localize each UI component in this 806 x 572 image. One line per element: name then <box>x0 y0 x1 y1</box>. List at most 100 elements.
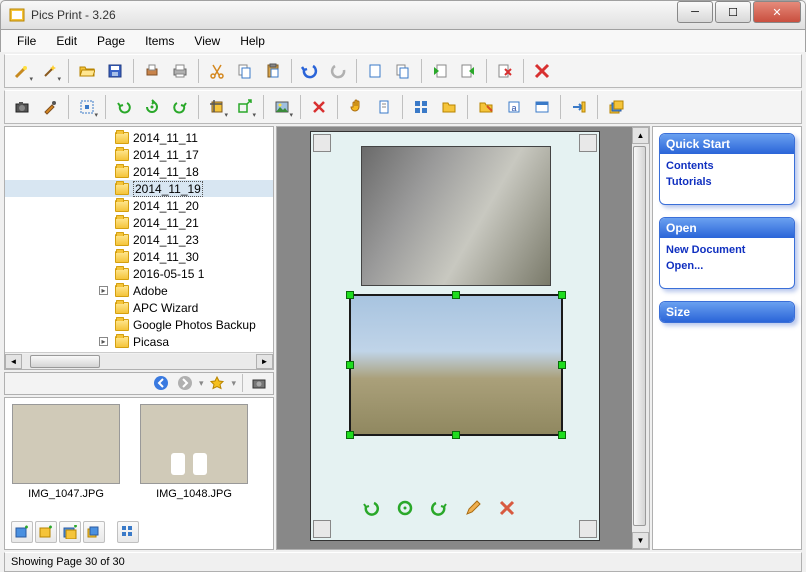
tree-item[interactable]: 2014_11_21 <box>5 214 273 231</box>
tree-item[interactable]: ▸Adobe <box>5 282 273 299</box>
favorite-button[interactable] <box>207 373 227 393</box>
add-all-button[interactable] <box>11 521 33 543</box>
close-button[interactable]: ✕ <box>753 1 801 23</box>
link-open[interactable]: Open... <box>666 258 788 274</box>
prev-page-button[interactable] <box>427 58 453 84</box>
inline-rotate-right-icon[interactable] <box>429 498 449 518</box>
new-page-button[interactable] <box>362 58 388 84</box>
menu-items[interactable]: Items <box>137 32 182 50</box>
rotate-right-button[interactable] <box>167 94 193 120</box>
menu-file[interactable]: File <box>9 32 44 50</box>
expand-icon[interactable]: ▸ <box>99 337 108 346</box>
page-canvas-area: ▲ ▼ <box>276 126 650 550</box>
placed-image-1[interactable] <box>361 146 551 286</box>
page-view-button[interactable] <box>371 94 397 120</box>
tree-hscrollbar[interactable]: ◄ ► <box>5 352 273 369</box>
redo-button[interactable] <box>325 58 351 84</box>
tree-item[interactable]: 2014_11_20 <box>5 197 273 214</box>
scroll-down-icon[interactable]: ▼ <box>632 532 649 549</box>
cut-button[interactable] <box>204 58 230 84</box>
wizard-button[interactable] <box>9 58 35 84</box>
delete-page-button[interactable] <box>529 58 555 84</box>
inline-rotate-180-icon[interactable] <box>395 498 415 518</box>
tree-item[interactable]: 2014_11_18 <box>5 163 273 180</box>
menu-page[interactable]: Page <box>89 32 133 50</box>
inline-edit-icon[interactable] <box>463 498 483 518</box>
tree-item[interactable]: APC Wizard <box>5 299 273 316</box>
copy-button[interactable] <box>232 58 258 84</box>
tree-item[interactable]: ▸ Picasa <box>5 333 273 350</box>
crop-button[interactable] <box>204 94 230 120</box>
status-bar: Showing Page 30 of 30 <box>4 552 802 572</box>
menu-help[interactable]: Help <box>232 32 273 50</box>
print-setup-button[interactable] <box>139 58 165 84</box>
scroll-left-icon[interactable]: ◄ <box>5 354 22 369</box>
maximize-button[interactable]: ☐ <box>715 1 751 23</box>
grid-view-button[interactable] <box>408 94 434 120</box>
delete-selection-button[interactable] <box>492 58 518 84</box>
page-corner-tl[interactable] <box>313 134 331 152</box>
scroll-right-icon[interactable]: ► <box>256 354 273 369</box>
folder-tree[interactable]: 2014_11_112014_11_172014_11_182014_11_19… <box>4 126 274 370</box>
rotate-left-button[interactable] <box>111 94 137 120</box>
stack-button[interactable] <box>603 94 629 120</box>
add-selected-button[interactable] <box>35 521 57 543</box>
scroll-up-icon[interactable]: ▲ <box>632 127 649 144</box>
paste-button[interactable] <box>260 58 286 84</box>
nav-back-button[interactable] <box>151 373 171 393</box>
delete-image-button[interactable] <box>306 94 332 120</box>
canvas-vscrollbar[interactable]: ▲ ▼ <box>632 127 649 549</box>
print-button[interactable] <box>167 58 193 84</box>
folder-view-button[interactable] <box>436 94 462 120</box>
link-contents[interactable]: Contents <box>666 158 788 174</box>
undo-button[interactable] <box>297 58 323 84</box>
tree-item[interactable]: 2014_11_17 <box>5 146 273 163</box>
tree-item[interactable]: 2014_11_30 <box>5 248 273 265</box>
text-tool-button[interactable]: a <box>501 94 527 120</box>
save-button[interactable] <box>102 58 128 84</box>
placed-image-2-selected[interactable] <box>349 294 563 436</box>
print-page[interactable] <box>310 131 600 541</box>
camera-import-button[interactable] <box>249 373 269 393</box>
tree-item[interactable]: 2014_11_11 <box>5 129 273 146</box>
nav-fwd-button[interactable] <box>175 373 195 393</box>
next-page-button[interactable] <box>455 58 481 84</box>
inline-delete-icon[interactable] <box>497 498 517 518</box>
tree-item[interactable]: 2014_11_19 <box>5 180 273 197</box>
select-mode-button[interactable] <box>74 94 100 120</box>
rotate-refresh-button[interactable] <box>139 94 165 120</box>
magic-button[interactable] <box>37 58 63 84</box>
panel-size[interactable]: Size <box>659 301 795 323</box>
camera-button[interactable] <box>9 94 35 120</box>
link-new-document[interactable]: New Document <box>666 242 788 258</box>
stack-thumb-button[interactable] <box>83 521 105 543</box>
thumbnail[interactable]: IMG_1047.JPG <box>11 404 121 517</box>
export-button[interactable] <box>566 94 592 120</box>
duplicate-page-button[interactable] <box>390 58 416 84</box>
page-corner-br[interactable] <box>579 520 597 538</box>
properties-button[interactable] <box>529 94 555 120</box>
tree-item-label: Picasa <box>133 335 169 349</box>
folder-icon <box>115 166 129 178</box>
page-corner-tr[interactable] <box>579 134 597 152</box>
edit-folder-button[interactable] <box>473 94 499 120</box>
page-corner-bl[interactable] <box>313 520 331 538</box>
inline-rotate-left-icon[interactable] <box>361 498 381 518</box>
thumb-grid-button[interactable] <box>117 521 139 543</box>
tree-item[interactable]: 2016-05-15 1 <box>5 265 273 282</box>
tree-item[interactable]: 2014_11_23 <box>5 231 273 248</box>
expand-icon[interactable]: ▸ <box>99 286 108 295</box>
eyedropper-button[interactable] <box>37 94 63 120</box>
minimize-button[interactable]: ─ <box>677 1 713 23</box>
thumbnail[interactable]: IMG_1048.JPG <box>139 404 249 517</box>
menu-view[interactable]: View <box>186 32 228 50</box>
link-tutorials[interactable]: Tutorials <box>666 174 788 190</box>
resize-button[interactable] <box>232 94 258 120</box>
add-folder-button[interactable] <box>59 521 81 543</box>
tree-item-label: APC Wizard <box>133 301 198 315</box>
tree-item[interactable]: Google Photos Backup <box>5 316 273 333</box>
hand-tool-button[interactable] <box>343 94 369 120</box>
menu-edit[interactable]: Edit <box>48 32 85 50</box>
image-adjust-button[interactable] <box>269 94 295 120</box>
open-folder-button[interactable] <box>74 58 100 84</box>
